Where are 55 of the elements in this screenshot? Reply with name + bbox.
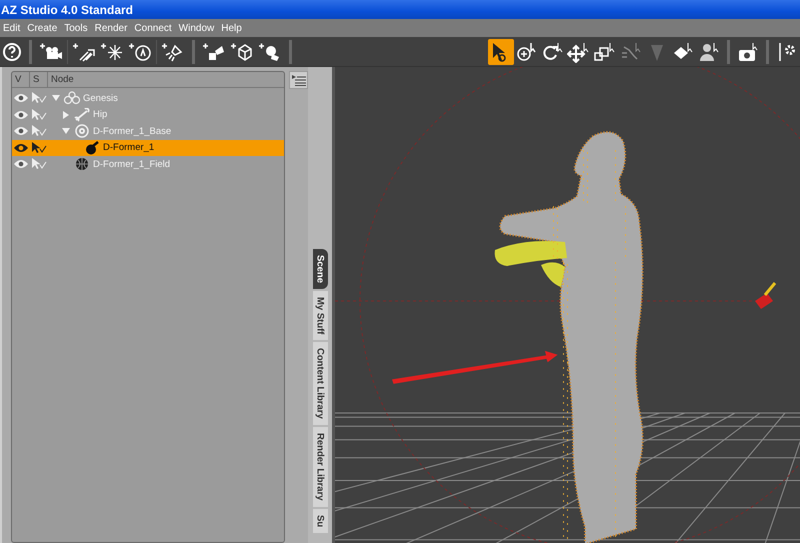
side-tab[interactable]: Render Library [312, 427, 328, 507]
column-header[interactable]: Node [48, 72, 284, 87]
menu-item[interactable]: Help [218, 22, 246, 34]
add-object-icon [202, 42, 226, 62]
camera-icon [736, 40, 760, 62]
scene-node-row[interactable]: D-Former_1 [12, 140, 284, 156]
selectable-cursor-icon [30, 108, 48, 121]
scene-node-row[interactable]: D-Former_1_Field [12, 156, 284, 172]
selectable-cursor-icon [30, 142, 48, 154]
figure-node-icon [63, 91, 81, 106]
add-light-icon [128, 42, 152, 62]
column-header[interactable]: S [30, 72, 48, 87]
add-light-icon [161, 42, 185, 62]
node-label: D-Former_1_Field [93, 158, 170, 170]
scene-node-row[interactable]: Hip [12, 106, 284, 123]
scene-node-row[interactable]: D-Former_1_Base [12, 123, 284, 140]
target-icon [73, 124, 91, 138]
tool-button[interactable] [488, 38, 514, 64]
person-icon [697, 40, 721, 62]
scene-node-row[interactable]: Genesis [12, 90, 284, 106]
list-menu-icon [292, 74, 306, 86]
menu-item[interactable]: Tools [61, 22, 92, 34]
panel-menu-button[interactable] [289, 71, 308, 89]
rotate-icon [541, 40, 565, 62]
scale-icon [593, 40, 617, 62]
selectable-cursor-icon [30, 92, 48, 104]
node-label: Genesis [83, 92, 118, 104]
bone-icon [73, 108, 91, 122]
deformer-icon [83, 140, 101, 155]
side-tab[interactable]: Scene [312, 249, 328, 289]
add-object-icon [230, 42, 254, 62]
menu-item[interactable]: Connect [131, 22, 176, 34]
menu-item[interactable]: Window [176, 22, 218, 34]
side-tab[interactable]: Su [312, 508, 328, 533]
node-label: Hip [93, 109, 108, 120]
column-header[interactable]: V [12, 72, 30, 87]
node-label: D-Former_1_Base [93, 126, 172, 137]
window-title: AZ Studio 4.0 Standard [1, 2, 134, 16]
add-object-icon [258, 42, 282, 62]
menu-item[interactable]: Create [24, 22, 62, 34]
selectable-cursor-icon [30, 158, 48, 170]
side-tab[interactable]: Content Library [312, 342, 328, 426]
move-icon [567, 40, 591, 62]
menu-item[interactable]: Render [92, 22, 132, 34]
bone-icon [619, 40, 643, 62]
node-label: D-Former_1 [103, 142, 154, 154]
add-light-icon [72, 42, 96, 62]
side-tab[interactable]: My Stuff [312, 291, 328, 340]
add-camera-icon [39, 42, 63, 62]
menu-item[interactable]: Edit [0, 22, 24, 34]
globe-icon [73, 157, 91, 172]
add-light-icon [100, 42, 124, 62]
selectable-cursor-icon [30, 125, 48, 138]
help-icon [2, 42, 22, 62]
light-gizmo-icon [755, 282, 776, 309]
